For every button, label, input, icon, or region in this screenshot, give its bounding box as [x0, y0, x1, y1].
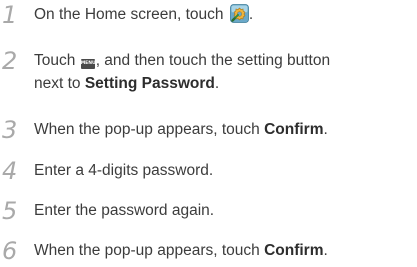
step-text-main: When the pop-up appears, touch: [34, 242, 260, 259]
step-number: 6: [2, 237, 18, 265]
step-text: Touch MENU, and then touch the setting b…: [34, 50, 330, 72]
step-text: On the Home screen, touch .: [34, 4, 253, 26]
step-text-touch: Touch: [34, 52, 76, 69]
menu-key-icon: MENU: [80, 59, 96, 69]
step-number: 4: [2, 157, 18, 185]
step-text: Enter a 4-digits password.: [34, 162, 214, 179]
step-number: 2: [2, 47, 18, 75]
step-text-end: .: [214, 75, 220, 92]
step-text-next-to: next to: [34, 75, 81, 92]
step-text-main: When the pop-up appears, touch: [34, 121, 260, 138]
step-text: Enter the password again.: [34, 202, 215, 219]
step-text: When the pop-up appears, touch Confirm.: [34, 119, 328, 141]
confirm-label: Confirm: [264, 242, 324, 259]
step-number: 3: [2, 116, 18, 144]
step-number: 5: [2, 197, 18, 225]
step-text-before: On the Home screen, touch: [34, 6, 224, 23]
step-text-line-2: next to Setting Password.: [34, 73, 219, 95]
step-text-after: .: [248, 6, 254, 23]
settings-app-icon: [229, 4, 249, 23]
step-text-end: .: [323, 121, 328, 138]
setting-password-label: Setting Password: [84, 75, 215, 92]
confirm-label: Confirm: [264, 121, 324, 138]
step-text-end: .: [323, 242, 328, 259]
step-text-after-key: , and then touch the setting button: [95, 52, 331, 69]
step-text: When the pop-up appears, touch Confirm.: [34, 240, 328, 262]
step-number: 1: [2, 1, 18, 29]
